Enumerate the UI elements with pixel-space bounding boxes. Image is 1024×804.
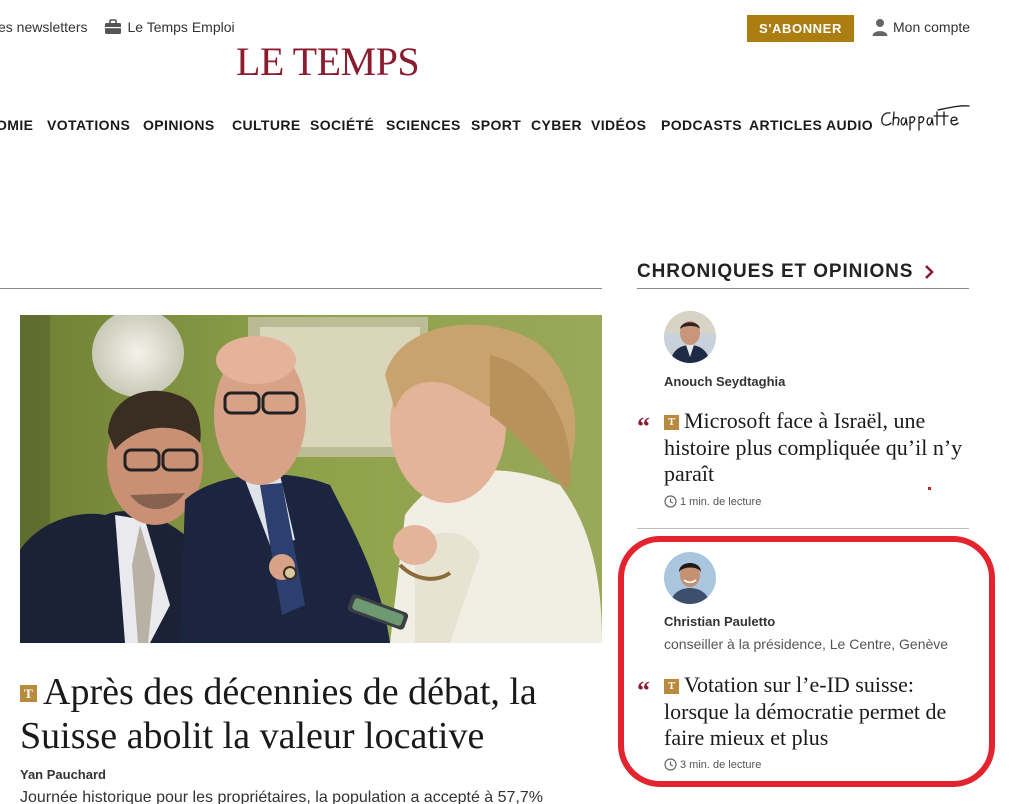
emploi-label: Le Temps Emploi <box>127 19 235 35</box>
quote-icon: “ <box>637 676 650 705</box>
opinion-author[interactable]: Christian Pauletto <box>664 614 775 629</box>
site-logo[interactable]: LE TEMPS <box>236 38 420 85</box>
newsletters-link[interactable]: es newsletters <box>0 19 87 35</box>
briefcase-icon <box>105 19 122 34</box>
opinion-title-text: Microsoft face à Israël, une histoire pl… <box>664 408 963 486</box>
opinion-title[interactable]: T Votation sur l’e-ID suisse: lorsque la … <box>664 672 974 752</box>
hero-photo[interactable] <box>20 315 602 643</box>
read-time-label: 3 min. de lecture <box>680 758 762 771</box>
chappatte-logo[interactable] <box>878 104 970 134</box>
chroniques-divider <box>637 288 969 289</box>
read-time-label: 1 min. de lecture <box>680 495 762 508</box>
hero-headline[interactable]: T Après des décennies de débat, la Suisse… <box>20 670 610 758</box>
opinion-title-text: Votation sur l’e-ID suisse: lorsque la d… <box>664 672 947 750</box>
nav-item-videos[interactable]: VIDÉOS <box>591 117 646 133</box>
read-time: 1 min. de lecture <box>664 495 761 508</box>
nav-item-opinions[interactable]: OPINIONS <box>143 117 215 133</box>
nav-item-culture[interactable]: CULTURE <box>232 117 301 133</box>
opinion-title[interactable]: T Microsoft face à Israël, une histoire p… <box>664 408 974 488</box>
user-icon <box>872 19 888 36</box>
account-link[interactable]: Mon compte <box>871 18 970 36</box>
avatar[interactable] <box>664 311 716 363</box>
hero-lede: Journée historique pour les propriétaire… <box>20 789 543 804</box>
nav-item-economie[interactable]: OMIE <box>0 117 33 133</box>
nav-item-articles-audio[interactable]: ARTICLES AUDIO <box>749 117 873 133</box>
nav-item-societe[interactable]: SOCIÉTÉ <box>310 117 374 133</box>
chroniques-heading[interactable]: CHRONIQUES ET OPINIONS <box>637 261 935 283</box>
clock-icon <box>664 495 677 508</box>
nav-item-podcasts[interactable]: PODCASTS <box>661 117 742 133</box>
nav-item-votations[interactable]: VOTATIONS <box>47 117 130 133</box>
account-label: Mon compte <box>893 19 971 35</box>
opinion-divider <box>637 528 969 529</box>
premium-badge-icon: T <box>20 685 37 702</box>
subscribe-button[interactable]: S'ABONNER <box>747 15 854 42</box>
avatar[interactable] <box>664 552 716 604</box>
hero-headline-text: Après des décennies de débat, la Suisse … <box>20 671 537 757</box>
read-time: 3 min. de lecture <box>664 758 761 771</box>
quote-icon: “ <box>637 412 650 441</box>
section-divider <box>0 288 602 289</box>
nav-item-cyber[interactable]: CYBER <box>531 117 582 133</box>
emploi-link[interactable]: Le Temps Emploi <box>104 19 235 35</box>
hero-photo-illustration <box>20 315 602 643</box>
chevron-right-icon <box>925 265 935 279</box>
utility-bar: es newsletters Le Temps Emploi <box>0 19 235 35</box>
premium-badge-icon: T <box>664 679 679 694</box>
red-dot <box>928 487 931 490</box>
premium-badge-icon: T <box>664 415 679 430</box>
nav-item-sciences[interactable]: SCIENCES <box>386 117 461 133</box>
main-nav: OMIE VOTATIONS OPINIONS CULTURE SOCIÉTÉ … <box>0 117 1024 137</box>
clock-icon <box>664 758 677 771</box>
hero-author[interactable]: Yan Pauchard <box>20 767 106 782</box>
nav-item-sport[interactable]: SPORT <box>471 117 521 133</box>
chroniques-heading-text: CHRONIQUES ET OPINIONS <box>637 261 914 282</box>
opinion-author[interactable]: Anouch Seydtaghia <box>664 374 785 389</box>
opinion-author-role: conseiller à la présidence, Le Centre, G… <box>664 636 949 652</box>
